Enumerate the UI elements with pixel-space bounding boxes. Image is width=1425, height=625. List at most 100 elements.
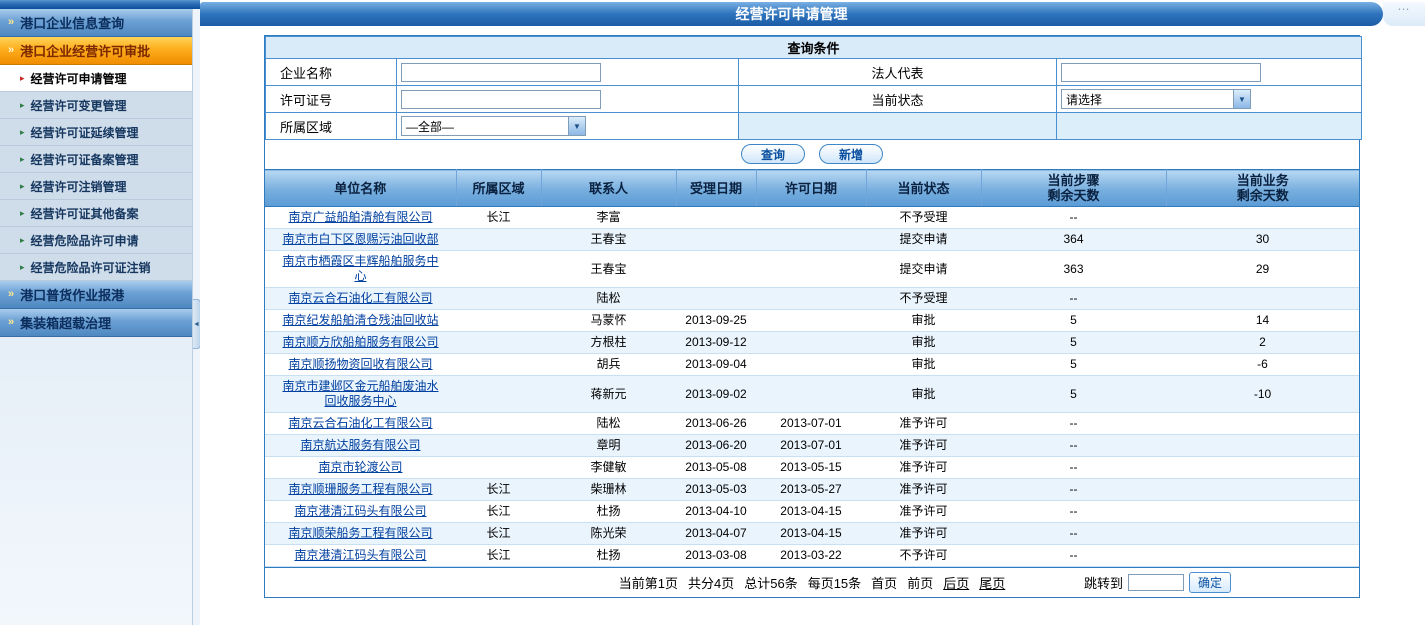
cell-step_days: -- [981, 435, 1166, 457]
cell-business_days [1166, 479, 1359, 501]
cell-step_days: -- [981, 457, 1166, 479]
cell-accept_date: 2013-03-08 [676, 545, 756, 567]
company-name-link[interactable]: 南京港清江码头有限公司 [294, 504, 426, 518]
sidebar-item-license-renewal-mgmt[interactable]: ▸经营许可证延续管理 [0, 119, 192, 146]
cell-license_date [756, 354, 866, 376]
region-select[interactable]: —全部— ▼ [401, 116, 586, 136]
sidebar-item-port-enterprise-info-query[interactable]: »港口企业信息查询 [0, 9, 192, 37]
company-name-link[interactable]: 南京顺珊服务工程有限公司 [288, 482, 432, 496]
cell-company: 南京顺方欣船舶服务有限公司 [265, 332, 456, 354]
page-title: 经营许可申请管理 [200, 2, 1383, 26]
status-select[interactable]: 请选择 ▼ [1061, 89, 1251, 109]
sidebar-gutter: ◄ [192, 9, 200, 625]
company-name-link[interactable]: 南京云合石油化工有限公司 [288, 416, 432, 430]
cell-status: 准予许可 [866, 501, 981, 523]
status-label: 当前状态 [739, 86, 1057, 113]
sidebar-item-port-general-cargo-report[interactable]: » 港口普货作业报港 [0, 281, 192, 309]
cell-accept_date: 2013-06-26 [676, 413, 756, 435]
company-name-link[interactable]: 南京顺扬物资回收有限公司 [288, 357, 432, 371]
cell-contact: 胡兵 [541, 354, 676, 376]
cell-accept_date: 2013-04-10 [676, 501, 756, 523]
cell-region: 长江 [456, 523, 541, 545]
sidebar-item-license-cancel-mgmt[interactable]: ▸经营许可注销管理 [0, 173, 192, 200]
sidebar-item-label: 经营许可变更管理 [31, 97, 127, 114]
menu-arrow-icon: ▸ [20, 236, 25, 245]
cell-status: 审批 [866, 376, 981, 413]
company-name-link[interactable]: 南京港清江码头有限公司 [294, 548, 426, 562]
sidebar-item-dangerous-goods-license-cancel[interactable]: ▸经营危险品许可证注销 [0, 254, 192, 281]
license-no-input[interactable] [401, 90, 601, 109]
sidebar-item-label: 港口普货作业报港 [20, 285, 124, 304]
cell-business_days: -10 [1166, 376, 1359, 413]
confirm-button[interactable]: 确定 [1189, 572, 1231, 593]
pagination-link-next[interactable]: 后页 [943, 573, 969, 592]
cell-region [456, 413, 541, 435]
cell-step_days: 5 [981, 310, 1166, 332]
cell-contact: 柴珊林 [541, 479, 676, 501]
company-name-link[interactable]: 南京市建邺区金元船舶废油水回收服务中心 [282, 379, 438, 408]
column-header-business_days: 当前业务 剩余天数 [1166, 170, 1359, 207]
cell-business_days: 14 [1166, 310, 1359, 332]
cell-business_days: 30 [1166, 229, 1359, 251]
title-row: 经营许可申请管理 ⋯ [200, 2, 1425, 26]
company-name-link[interactable]: 南京市轮渡公司 [318, 460, 402, 474]
sidebar-item-license-change-mgmt[interactable]: ▸经营许可变更管理 [0, 92, 192, 119]
sidebar-item-license-application-mgmt[interactable]: ▸经营许可申请管理 [0, 65, 192, 92]
company-name-link[interactable]: 南京顺方欣船舶服务有限公司 [282, 335, 438, 349]
pagination-link-first[interactable]: 首页 [871, 573, 897, 592]
add-button[interactable]: 新增 [819, 144, 883, 164]
menu-arrow-icon: ▸ [20, 155, 25, 164]
menu-arrow-icon: ▸ [20, 128, 25, 137]
company-name-link[interactable]: 南京广益船舶清舱有限公司 [288, 210, 432, 224]
pagination-link-prev[interactable]: 前页 [907, 573, 933, 592]
jump-page-input[interactable] [1128, 574, 1184, 591]
main-area: 经营许可申请管理 ⋯ 查询条件 企业名称 法人代表 许可证号 [200, 0, 1425, 625]
search-button[interactable]: 查询 [741, 144, 805, 164]
company-name-link[interactable]: 南京航达服务有限公司 [300, 438, 420, 452]
sidebar-item-label: 经营许可证备案管理 [31, 151, 139, 168]
cell-step_days: -- [981, 288, 1166, 310]
cell-company: 南京顺荣船务工程有限公司 [265, 523, 456, 545]
company-name-input[interactable] [401, 63, 601, 82]
company-name-link[interactable]: 南京市白下区恩赐污油回收部 [282, 232, 438, 246]
cell-business_days [1166, 413, 1359, 435]
cell-accept_date: 2013-09-02 [676, 376, 756, 413]
sidebar-item-container-overload-control[interactable]: »集装箱超载治理 [0, 309, 192, 337]
cell-accept_date: 2013-06-20 [676, 435, 756, 457]
pagination-link-last[interactable]: 尾页 [979, 573, 1005, 592]
sidebar-item-port-enterprise-license-approval[interactable]: »港口企业经营许可审批 [0, 37, 192, 65]
cell-region [456, 376, 541, 413]
cell-company: 南京市建邺区金元船舶废油水回收服务中心 [265, 376, 456, 413]
cell-business_days: 2 [1166, 332, 1359, 354]
cell-accept_date [676, 207, 756, 229]
cell-contact: 陆松 [541, 288, 676, 310]
cell-step_days: 5 [981, 332, 1166, 354]
sidebar-item-label: 集装箱超载治理 [20, 313, 111, 332]
cell-business_days [1166, 435, 1359, 457]
company-name-link[interactable]: 南京顺荣船务工程有限公司 [288, 526, 432, 540]
cell-accept_date: 2013-05-08 [676, 457, 756, 479]
column-header-accept_date: 受理日期 [676, 170, 756, 207]
query-empty-cell [739, 113, 1057, 140]
pagination-summary-item: 总计56条 [744, 573, 797, 592]
cell-license_date [756, 288, 866, 310]
cell-contact: 方根柱 [541, 332, 676, 354]
pagination-summary: 当前第1页共分4页总计56条每页15条 [619, 573, 861, 592]
company-name-link[interactable]: 南京云合石油化工有限公司 [288, 291, 432, 305]
sidebar-item-dangerous-goods-license-apply[interactable]: ▸经营危险品许可申请 [0, 227, 192, 254]
jump-controls: 跳转到 确定 [1084, 572, 1231, 593]
cell-business_days [1166, 457, 1359, 479]
region-label: 所属区域 [266, 113, 397, 140]
sidebar-item-license-other-filing[interactable]: ▸经营许可证其他备案 [0, 200, 192, 227]
menu-group-icon: » [8, 45, 14, 56]
menu-arrow-icon: ▸ [20, 263, 25, 272]
cell-step_days: -- [981, 207, 1166, 229]
sidebar-item-license-filing-mgmt[interactable]: ▸ 经营许可证备案管理 [0, 146, 192, 173]
title-cap: ⋯ [1383, 2, 1425, 26]
legal-rep-input[interactable] [1061, 63, 1261, 82]
company-name-link[interactable]: 南京市栖霞区丰辉船舶服务中心 [282, 254, 438, 283]
company-name-link[interactable]: 南京纪发船舶清仓残油回收站 [282, 313, 438, 327]
cell-company: 南京港清江码头有限公司 [265, 501, 456, 523]
menu-group-icon: » [8, 289, 14, 300]
cell-company: 南京航达服务有限公司 [265, 435, 456, 457]
